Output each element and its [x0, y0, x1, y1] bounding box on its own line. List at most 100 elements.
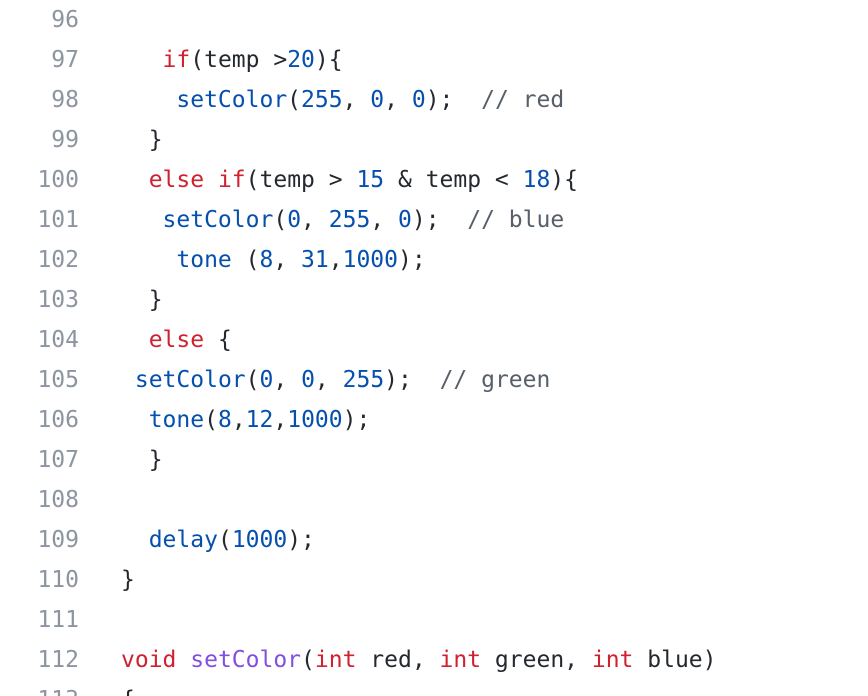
text-token: ); — [425, 87, 482, 113]
comment-token: // blue — [467, 207, 565, 233]
code-line: 111 — [0, 600, 868, 640]
code-text: { — [121, 680, 135, 696]
line-number: 97 — [51, 47, 79, 73]
text-token: } — [148, 127, 163, 153]
code-line: 106 tone(8,12,1000); — [0, 400, 868, 440]
function-call-token: setColor — [176, 87, 288, 113]
text-token: ( — [231, 247, 260, 273]
number-token: 8 — [217, 407, 232, 433]
code-text: setColor(0, 255, 0); // blue — [121, 200, 565, 240]
text-token: , — [328, 247, 343, 273]
code-line: 109 delay(1000); — [0, 520, 868, 560]
number-token: 0 — [287, 207, 302, 233]
code-line: 103 } — [0, 280, 868, 320]
number-token: 18 — [522, 167, 551, 193]
line-number: 103 — [37, 287, 79, 313]
code-line: 112 void setColor(int red, int green, int… — [0, 640, 868, 680]
keyword-token: else — [148, 327, 205, 353]
number-token: 0 — [411, 87, 426, 113]
code-text: else { — [121, 320, 232, 360]
text-token: , — [273, 407, 288, 433]
text-token: , — [273, 367, 302, 393]
text-token: , — [301, 207, 329, 233]
text-token: ); — [411, 207, 468, 233]
line-number: 107 — [37, 447, 79, 473]
text-token: , — [314, 367, 343, 393]
code-line: 100 else if(temp > 15 & temp < 18){ — [0, 160, 868, 200]
number-token: 255 — [301, 87, 343, 113]
keyword-token: if — [217, 167, 246, 193]
number-token: 31 — [301, 247, 329, 273]
text-token: ( — [301, 647, 315, 673]
text-token: } — [121, 567, 135, 593]
text-token: red, — [356, 647, 440, 673]
code-line: 104 else { — [0, 320, 868, 360]
number-token: 255 — [328, 207, 371, 233]
text-token: ( — [217, 527, 232, 553]
function-name-token: setColor — [190, 647, 302, 673]
code-line: 107 } — [0, 440, 868, 480]
text-token: ){ — [314, 47, 343, 73]
code-line: 98 setColor(255, 0, 0); // red — [0, 80, 868, 120]
text-token: ); — [398, 247, 426, 273]
line-number: 110 — [37, 567, 79, 593]
number-token: 1000 — [342, 247, 398, 273]
text-token: ( — [204, 407, 218, 433]
text-token: ( — [245, 367, 260, 393]
number-token: 12 — [245, 407, 274, 433]
code-text: tone(8,12,1000); — [121, 400, 371, 440]
line-number: 112 — [37, 647, 79, 673]
keyword-token: void — [121, 647, 177, 673]
text-token: } — [148, 287, 163, 313]
line-number: 101 — [37, 207, 79, 233]
line-number: 108 — [37, 487, 79, 513]
number-token: 20 — [287, 47, 315, 73]
code-text: } — [121, 280, 163, 320]
code-text: else if(temp > 15 & temp < 18){ — [121, 160, 578, 200]
code-text: } — [121, 560, 135, 600]
function-call-token: tone — [176, 247, 232, 273]
text-token: , — [231, 407, 246, 433]
number-token: 0 — [259, 367, 274, 393]
code-text: if(temp >20){ — [121, 40, 343, 80]
code-text: setColor(0, 0, 255); // green — [121, 360, 550, 400]
text-token: (temp > — [190, 47, 288, 73]
text-token: { — [121, 687, 135, 696]
code-line: 99 } — [0, 120, 868, 160]
code-line: 102 tone (8, 31,1000); — [0, 240, 868, 280]
text-token: (temp > — [245, 167, 357, 193]
line-number: 98 — [51, 87, 79, 113]
function-call-token: delay — [148, 527, 218, 553]
code-line: 108 — [0, 480, 868, 520]
number-token: 1000 — [231, 527, 288, 553]
code-line: 113 { — [0, 680, 868, 696]
number-token: 0 — [398, 207, 412, 233]
text-token: ); — [287, 527, 315, 553]
code-line: 96 — [0, 0, 868, 40]
text-token: , — [370, 207, 398, 233]
code-text: } — [121, 120, 163, 160]
text-token: ){ — [550, 167, 579, 193]
code-text: void setColor(int red, int green, int bl… — [121, 640, 717, 680]
line-number: 100 — [37, 167, 79, 193]
number-token: 0 — [301, 367, 315, 393]
code-line: 101 setColor(0, 255, 0); // blue — [0, 200, 868, 240]
text-token: green, — [481, 647, 592, 673]
number-token: 15 — [356, 167, 385, 193]
comment-token: // red — [481, 87, 565, 113]
line-number: 99 — [51, 127, 79, 153]
text-token: { — [204, 327, 232, 353]
number-token: 8 — [259, 247, 274, 273]
number-token: 1000 — [287, 407, 343, 433]
code-line: 110} — [0, 560, 868, 600]
text-token: , — [384, 87, 412, 113]
line-number: 113 — [0, 680, 79, 696]
